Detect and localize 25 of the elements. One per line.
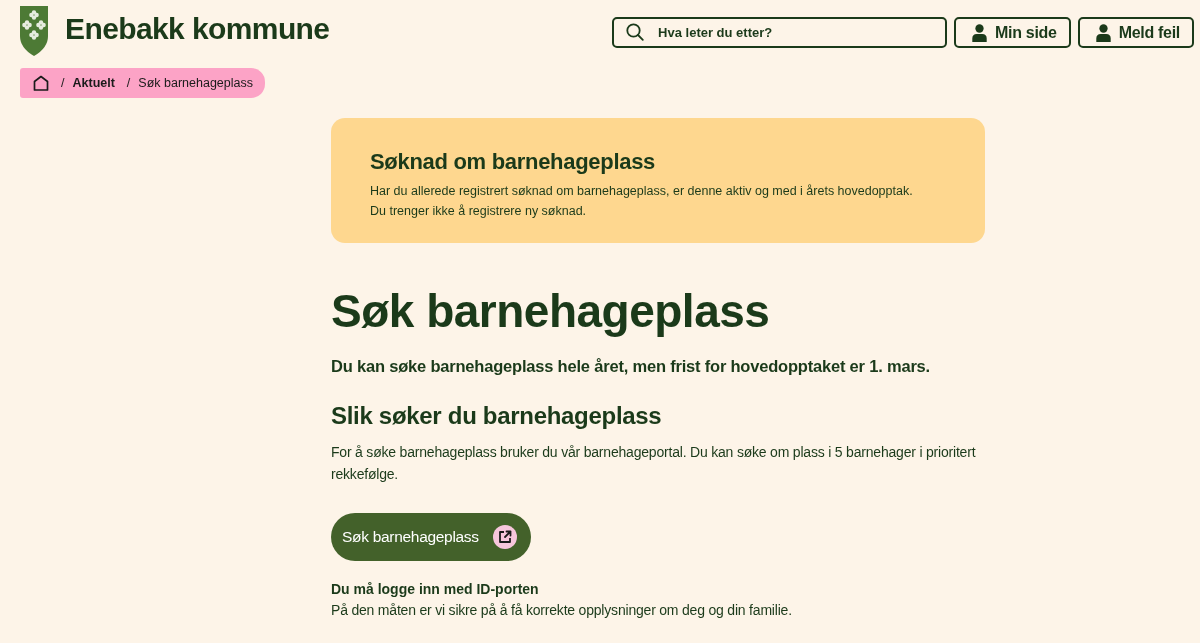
lead-text: Du kan søke barnehageplass hele året, men frist for hovedopptaket er 1. mars. (331, 357, 931, 376)
home-link[interactable] (33, 75, 49, 91)
person-icon (972, 23, 988, 42)
breadcrumb-separator: / (61, 76, 65, 90)
breadcrumb-link[interactable]: Aktuelt (72, 76, 115, 90)
notice-heading: Søknad om barnehageplass (370, 149, 656, 175)
breadcrumb-current: Søk barnehageplass (138, 76, 253, 90)
notice-text: Har du allerede registrert søknad om barnehageplass, er denne aktiv og med i årets hovedopptak. (370, 183, 914, 200)
apply-button[interactable]: Søk barnehageplass (331, 513, 531, 561)
header-button[interactable]: Min side (954, 17, 1071, 48)
note-heading: Du må logge inn med ID-porten (331, 580, 540, 599)
shield-logo-icon (20, 6, 48, 56)
notice-text: Du trenger ikke å registrere ny søknad. (370, 203, 588, 220)
external-link-icon (492, 525, 517, 549)
header-button[interactable]: Meld feil (1077, 17, 1194, 48)
home-icon (33, 75, 49, 91)
breadcrumb-separator: / (126, 76, 131, 90)
body-paragraph: For å søke barnehageplass bruker du vår barnehageportal. Du kan søke om plass i 5 barnehager i prioritert rekkefølge. (331, 443, 977, 484)
page-title: Søk barnehageplass (331, 284, 771, 339)
note-text: På den måten er vi sikre på å få korrekte opplysninger om deg og din familie. (331, 601, 793, 620)
person-icon (1095, 23, 1111, 42)
site-title-link[interactable]: Enebakk kommune (65, 12, 330, 46)
section-heading: Slik søker du barnehageplass (331, 402, 663, 430)
search-field[interactable]: Hva leter du etter? (612, 17, 948, 48)
search-icon (626, 23, 645, 41)
